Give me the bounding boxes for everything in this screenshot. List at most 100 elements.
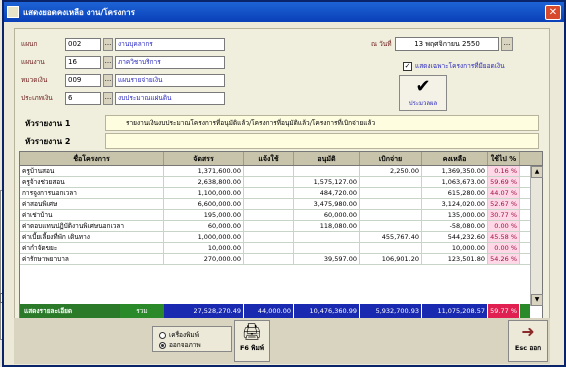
table-cell-pay	[360, 221, 422, 231]
exit-door-icon: ➜	[521, 322, 535, 341]
table-row[interactable]: ค่าเช่าบ้าน 195,000.00 60,000.00 135,000.00…	[20, 210, 542, 221]
fund-category-name: แผนรายจ่ายเงิน	[115, 73, 225, 87]
table-cell-pct: 0.00 %	[488, 221, 520, 231]
report-header-1-input[interactable]: รายงานเงินงบประมาณโครงการที่อนุมัติแล้ว/…	[105, 115, 539, 131]
table-cell-left: 10,000.00	[422, 243, 488, 253]
table-cell-name: ค่าสอนพิเศษ	[20, 199, 164, 209]
date-input[interactable]: 13 พฤศจิกายน 2550	[395, 37, 499, 51]
date-label: ณ วันที่	[371, 40, 392, 48]
table-row[interactable]: ครูบ้านสอน 1,371,600.00 2,250.00 1,369,350.…	[20, 166, 542, 177]
field-label: แผนก	[21, 40, 38, 48]
bottom-toolbar: เครื่องพิมพ์ ออกจอภาพ 🖨 F6 พิมพ์ ➜ Esc อ…	[14, 318, 550, 364]
column-header[interactable]: เบิกจ่าย	[360, 152, 422, 165]
table-body: ครูบ้านสอน 1,371,600.00 2,250.00 1,369,350.…	[20, 166, 542, 298]
table-row[interactable]: ค่าเบี้ยเลี้ยงที่พัก เดินทาง 1,000,000.00…	[20, 232, 542, 243]
column-header[interactable]: แจ้งใช้	[244, 152, 294, 165]
plan-code-input[interactable]: 16	[65, 55, 101, 69]
radio-icon[interactable]	[159, 341, 166, 349]
scroll-down-icon[interactable]: ▼	[531, 294, 543, 306]
table-cell-left: 135,000.00	[422, 210, 488, 220]
table-cell-approve	[294, 232, 360, 242]
fund-category-code-input[interactable]: 009	[65, 73, 101, 87]
table-cell-budget: 10,000.00	[164, 243, 244, 253]
report-header-2-input[interactable]	[105, 133, 539, 149]
total-percent: 59.77 %	[488, 304, 520, 318]
table-cell-pay	[360, 188, 422, 198]
table-row[interactable]: ค่ารักษาพยาบาล 270,000.00 39,597.00 106,901…	[20, 254, 542, 265]
scroll-up-icon[interactable]: ▲	[531, 166, 543, 178]
table-cell-pct: 45.58 %	[488, 232, 520, 242]
table-cell-name: ค่าตอบแทนปฏิบัติงานพิเศษนอกเวลา	[20, 221, 164, 231]
column-header[interactable]: ใช้ไป %	[488, 152, 520, 165]
table-cell-budget: 1,000,000.00	[164, 232, 244, 242]
printer-radio-label: เครื่องพิมพ์	[169, 331, 199, 339]
table-cell-pay: 455,767.40	[360, 232, 422, 242]
total-pay: 5,932,700.93	[360, 304, 422, 318]
report-header-2-row: หัวรายงาน 2	[19, 133, 539, 149]
fund-type-code-input[interactable]: 6	[65, 91, 101, 105]
close-button[interactable]: ✕	[545, 4, 561, 20]
fund-type-lookup-button[interactable]: ...	[103, 91, 113, 105]
table-cell-approve: 60,000.00	[294, 210, 360, 220]
department-code-input[interactable]: 002	[65, 37, 101, 51]
radio-icon[interactable]	[159, 331, 166, 339]
table-cell-budget: 60,000.00	[164, 221, 244, 231]
table-cell-left: 3,124,020.00	[422, 199, 488, 209]
table-cell-budget: 1,100,000.00	[164, 188, 244, 198]
table-cell-budget: 2,638,800.00	[164, 177, 244, 187]
column-header[interactable]: อนุมัติ	[294, 152, 360, 165]
total-approve: 10,476,360.99	[294, 304, 360, 318]
table-cell-name: ครูบ้านสอน	[20, 166, 164, 176]
table-cell-pay: 106,901.20	[360, 254, 422, 264]
column-header[interactable]: จัดสรร	[164, 152, 244, 165]
table-cell-approve: 1,575,127.00	[294, 177, 360, 187]
printer-radio[interactable]: เครื่องพิมพ์	[159, 330, 225, 340]
plan-lookup-button[interactable]: ...	[103, 55, 113, 69]
process-button[interactable]: ✔ ประมวลผล	[399, 75, 447, 111]
filter-checkbox-label: แสดงเฉพาะโครงการที่มียอดเงิน	[415, 62, 505, 70]
table-cell-name: ค่ารักษาพยาบาล	[20, 254, 164, 264]
table-row[interactable]: ค่าสอนพิเศษ 6,600,000.00 3,475,980.00 3,124…	[20, 199, 542, 210]
vertical-scrollbar[interactable]: ▲ ▼	[530, 166, 543, 306]
department-row: แผนก 002 ... งานบุคลากร	[21, 37, 225, 51]
table-cell-approve	[294, 166, 360, 176]
table-cell-pct: 52.67 %	[488, 199, 520, 209]
report-header-1-label: หัวรายงาน 1	[25, 118, 71, 128]
exit-button[interactable]: ➜ Esc ออก	[508, 320, 548, 362]
table-row[interactable]: ค่ากำจัดขยะ 10,000.00 10,000.00 0.00 %	[20, 243, 542, 254]
table-cell-pct: 44.07 %	[488, 188, 520, 198]
table-cell-pay	[360, 210, 422, 220]
output-options: เครื่องพิมพ์ ออกจอภาพ	[152, 326, 232, 352]
total-split: 44,000.00	[244, 304, 294, 318]
filter-checkbox[interactable]: ✓	[403, 61, 412, 71]
fund-type-name: งบประมาณแผ่นดิน	[115, 91, 225, 105]
table-cell-split	[244, 188, 294, 198]
screen-radio[interactable]: ออกจอภาพ	[159, 340, 225, 350]
show-details-button[interactable]: แสดงรายละเอียด	[20, 304, 120, 318]
report-header-2-label: หัวรายงาน 2	[25, 136, 71, 146]
fund-category-lookup-button[interactable]: ...	[103, 73, 113, 87]
total-left: 11,075,208.57	[422, 304, 488, 318]
table-cell-pct: 0.16 %	[488, 166, 520, 176]
date-picker-button[interactable]: ...	[501, 37, 513, 51]
table-row[interactable]: ค่าตอบแทนปฏิบัติงานพิเศษนอกเวลา 60,000.00…	[20, 221, 542, 232]
table-cell-budget: 6,600,000.00	[164, 199, 244, 209]
table-cell-pct: 54.26 %	[488, 254, 520, 264]
plan-name: ภาควิชาบริการ	[115, 55, 225, 69]
column-header[interactable]: คงเหลือ	[422, 152, 488, 165]
table-cell-approve: 118,080.00	[294, 221, 360, 231]
screen-radio-label: ออกจอภาพ	[169, 341, 201, 349]
field-label: ประเภทเงิน	[21, 94, 53, 102]
filter-checkbox-row[interactable]: ✓ แสดงเฉพาะโครงการที่มียอดเงิน	[403, 61, 505, 71]
table-cell-split	[244, 254, 294, 264]
field-label: หมวดเงิน	[21, 76, 48, 84]
plan-row: แผนงาน 16 ... ภาควิชาบริการ	[21, 55, 225, 69]
print-button[interactable]: 🖨 F6 พิมพ์	[234, 320, 270, 362]
table-cell-left: 615,280.00	[422, 188, 488, 198]
column-header[interactable]: ชื่อโครงการ	[20, 152, 164, 165]
table-cell-budget: 1,371,600.00	[164, 166, 244, 176]
table-cell-name: การจูงการนอกเวลา	[20, 188, 164, 198]
table-row[interactable]: การจูงการนอกเวลา 1,100,000.00 484,720.00 61…	[20, 188, 542, 199]
table-row[interactable]: ครูจ้างช่วยสอน 2,638,800.00 1,575,127.00 1,…	[20, 177, 542, 188]
department-lookup-button[interactable]: ...	[103, 37, 113, 51]
